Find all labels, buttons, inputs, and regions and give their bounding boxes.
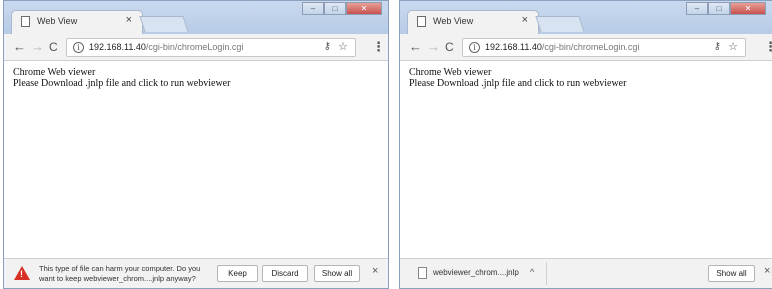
page-heading: Chrome Web viewer: [409, 67, 492, 78]
minimize-button[interactable]: –: [302, 2, 324, 15]
window-controls: – □ ✕: [686, 2, 766, 16]
page-instruction: Please Download .jnlp file and click to …: [409, 78, 627, 89]
forward-icon[interactable]: →: [31, 39, 44, 55]
download-warning-text: This type of file can harm your computer…: [39, 264, 201, 283]
key-icon[interactable]: ⚷: [714, 41, 721, 52]
key-icon[interactable]: ⚷: [324, 41, 331, 52]
minimize-button[interactable]: –: [686, 2, 708, 15]
show-all-button[interactable]: Show all: [314, 265, 360, 282]
page-icon: [21, 16, 30, 27]
close-download-bar-icon[interactable]: ×: [372, 265, 378, 277]
reload-icon[interactable]: C: [49, 39, 58, 55]
url-host: 192.168.11.40: [89, 42, 146, 52]
tab-title: Web View: [433, 16, 474, 26]
menu-icon[interactable]: ⋮: [764, 39, 772, 55]
download-file-name[interactable]: webviewer_chrom....jnlp: [433, 268, 519, 277]
reload-icon[interactable]: C: [445, 39, 454, 55]
tab-title: Web View: [37, 16, 78, 26]
page-heading: Chrome Web viewer: [13, 67, 96, 78]
info-icon[interactable]: i: [469, 42, 480, 53]
address-bar[interactable]: i 192.168.11.40/cgi-bin/chromeLogin.cgi …: [462, 38, 746, 57]
url-text: 192.168.11.40/cgi-bin/chromeLogin.cgi: [89, 42, 243, 52]
show-all-button[interactable]: Show all: [708, 265, 755, 282]
back-icon[interactable]: ←: [409, 39, 422, 55]
page-content: Chrome Web viewer Please Download .jnlp …: [4, 61, 388, 258]
menu-icon[interactable]: ⋮: [372, 39, 385, 55]
back-icon[interactable]: ←: [13, 39, 26, 55]
tab-web-view[interactable]: Web View ×: [407, 10, 539, 34]
window-close-button[interactable]: ✕: [346, 2, 382, 15]
page-instruction: Please Download .jnlp file and click to …: [13, 78, 231, 89]
browser-window-left: Web View × – □ ✕ ← → C i 192.168.11.40/cgi…: [3, 0, 389, 289]
window-close-button[interactable]: ✕: [730, 2, 766, 15]
new-tab-button[interactable]: [535, 16, 585, 32]
keep-button[interactable]: Keep: [217, 265, 258, 282]
warning-icon-mark: !: [20, 269, 23, 279]
divider: [546, 262, 547, 285]
new-tab-button[interactable]: [139, 16, 189, 32]
address-bar[interactable]: i 192.168.11.40/cgi-bin/chromeLogin.cgi …: [66, 38, 356, 57]
tab-close-icon[interactable]: ×: [522, 14, 528, 26]
file-icon: [418, 267, 427, 279]
star-icon[interactable]: ☆: [728, 40, 738, 53]
url-path: /cgi-bin/chromeLogin.cgi: [541, 42, 640, 52]
url-text: 192.168.11.40/cgi-bin/chromeLogin.cgi: [485, 42, 639, 52]
tab-web-view[interactable]: Web View ×: [11, 10, 143, 34]
tab-close-icon[interactable]: ×: [126, 14, 132, 26]
title-bar: Web View × – □ ✕: [4, 1, 388, 34]
page-icon: [417, 16, 426, 27]
maximize-button[interactable]: □: [708, 2, 730, 15]
maximize-button[interactable]: □: [324, 2, 346, 15]
url-path: /cgi-bin/chromeLogin.cgi: [145, 42, 244, 52]
discard-button[interactable]: Discard: [262, 265, 308, 282]
page-content: Chrome Web viewer Please Download .jnlp …: [400, 61, 772, 258]
url-host: 192.168.11.40: [485, 42, 542, 52]
info-icon[interactable]: i: [73, 42, 84, 53]
forward-icon[interactable]: →: [427, 39, 440, 55]
window-controls: – □ ✕: [302, 2, 382, 16]
chevron-up-icon[interactable]: ^: [530, 267, 534, 277]
browser-toolbar: ← → C i 192.168.11.40/cgi-bin/chromeLogi…: [400, 34, 772, 61]
browser-toolbar: ← → C i 192.168.11.40/cgi-bin/chromeLogi…: [4, 34, 388, 61]
title-bar: Web View × – □ ✕: [400, 1, 772, 34]
browser-window-right: Web View × – □ ✕ ← → C i 192.168.11.40/cgi…: [399, 0, 772, 289]
star-icon[interactable]: ☆: [338, 40, 348, 53]
download-bar: ! This type of file can harm your comput…: [4, 258, 388, 288]
download-bar: webviewer_chrom....jnlp ^ Show all ×: [400, 258, 772, 288]
close-download-bar-icon[interactable]: ×: [764, 265, 770, 277]
